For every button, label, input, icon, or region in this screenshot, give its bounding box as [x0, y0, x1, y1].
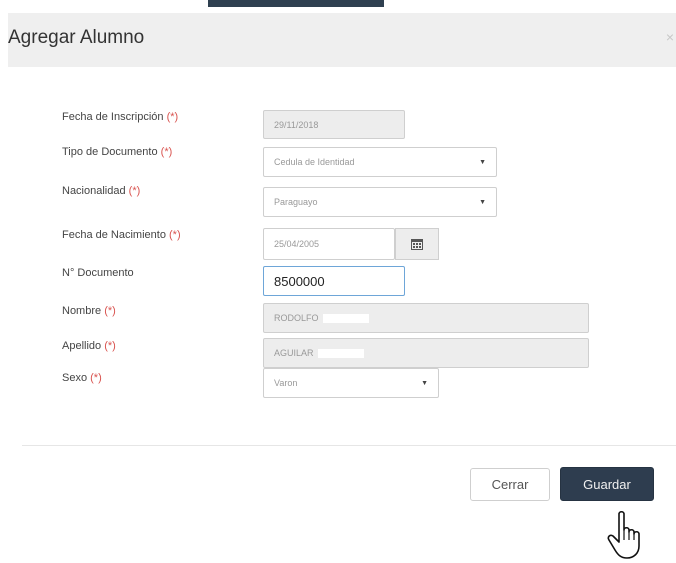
modal-title: Agregar Alumno	[8, 27, 145, 48]
calendar-icon	[411, 238, 423, 250]
top-bar	[208, 0, 384, 7]
hand-pointer-icon	[607, 510, 640, 559]
label-fecha-nacimiento: Fecha de Nacimiento (*)	[62, 229, 181, 241]
cerrar-button[interactable]: Cerrar	[470, 468, 550, 501]
guardar-button[interactable]: Guardar	[560, 467, 654, 501]
label-apellido: Apellido (*)	[62, 340, 116, 352]
close-icon[interactable]: ×	[666, 29, 674, 45]
required-marker: (*)	[128, 185, 141, 197]
label-nacionalidad: Nacionalidad (*)	[62, 185, 141, 197]
required-marker: (*)	[169, 229, 181, 241]
nro-documento-input[interactable]: 8500000	[263, 266, 405, 296]
redaction-mask	[322, 313, 369, 323]
label-fecha-inscripcion: Fecha de Inscripción (*)	[62, 111, 179, 123]
label-nombre: Nombre (*)	[62, 305, 116, 317]
required-marker: (*)	[166, 111, 179, 123]
label-sexo: Sexo (*)	[62, 372, 102, 384]
sexo-select[interactable]: Varon ▼	[263, 368, 439, 398]
footer-divider	[22, 445, 676, 446]
fecha-inscripcion-field[interactable]: 29/11/2018	[263, 110, 405, 139]
required-marker: (*)	[90, 372, 102, 384]
calendar-button[interactable]	[395, 228, 439, 260]
caret-down-icon: ▼	[479, 198, 486, 206]
fecha-nacimiento-field[interactable]: 25/04/2005	[263, 228, 395, 260]
modal-header: Agregar Alumno ×	[8, 13, 676, 67]
tipo-documento-select[interactable]: Cedula de Identidad ▼	[263, 147, 497, 177]
label-tipo-documento: Tipo de Documento (*)	[62, 146, 173, 158]
required-marker: (*)	[104, 305, 116, 317]
redaction-mask	[317, 348, 364, 358]
apellido-field[interactable]: AGUILAR	[263, 338, 589, 368]
nombre-field[interactable]: RODOLFO	[263, 303, 589, 333]
caret-down-icon: ▼	[479, 158, 486, 166]
label-nro-documento: N° Documento	[62, 267, 134, 279]
required-marker: (*)	[104, 340, 116, 352]
caret-down-icon: ▼	[421, 379, 428, 387]
required-marker: (*)	[160, 146, 173, 158]
nacionalidad-select[interactable]: Paraguayo ▼	[263, 187, 497, 217]
